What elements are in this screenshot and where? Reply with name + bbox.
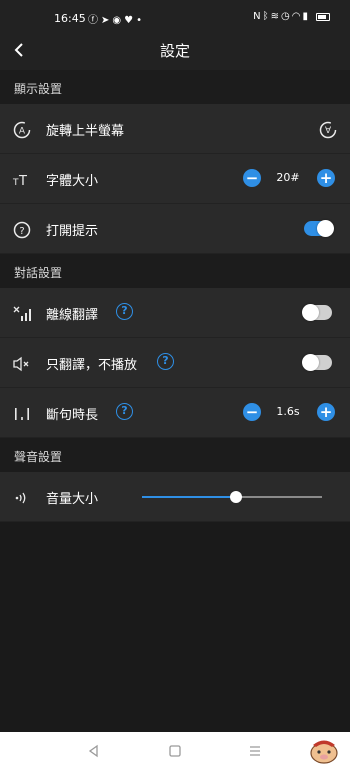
pause-duration-help-icon[interactable]: ? xyxy=(116,403,133,420)
translate-only-toggle[interactable] xyxy=(302,354,332,371)
svg-text:T: T xyxy=(12,178,19,188)
font-size-icon: TT xyxy=(12,170,32,190)
status-bar: 16:45 ⓕ➤◉♥• Nᛒ≋◷◠▮ xyxy=(0,0,350,34)
menu-lines-icon xyxy=(250,746,260,756)
app-icon: ◉ xyxy=(112,15,125,26)
font-size-increase-button[interactable]: + xyxy=(317,169,335,187)
bluetooth-icon: ᛒ xyxy=(262,11,271,22)
row-offline-translate: 離線翻譯 ? xyxy=(0,288,350,338)
pause-duration-icon xyxy=(12,404,32,424)
battery-icon xyxy=(316,13,330,21)
translate-only-help-icon[interactable]: ? xyxy=(157,353,174,370)
volume-label: 音量大小 xyxy=(46,492,99,507)
nav-menu-button[interactable] xyxy=(245,741,265,761)
status-time: 16:45 xyxy=(54,12,86,25)
font-size-value: 20# xyxy=(276,171,300,184)
volume-slider-fill xyxy=(142,496,236,498)
system-nav-bar xyxy=(0,732,350,770)
section-title: 對話設置 xyxy=(14,266,63,280)
svg-text:A: A xyxy=(19,127,26,137)
offline-signal-icon xyxy=(12,304,32,324)
mute-speaker-icon xyxy=(12,354,32,374)
heart-icon: ♥ xyxy=(124,15,137,26)
section-header-display: 顯示設置 xyxy=(0,70,350,104)
font-size-decrease-button[interactable]: − xyxy=(243,169,261,187)
row-volume: 音量大小 xyxy=(0,472,350,522)
translate-only-label: 只翻譯，不播放 xyxy=(46,358,138,373)
dot-icon: • xyxy=(136,15,145,26)
row-show-tips: ? 打開提示 xyxy=(0,204,350,254)
question-circle-icon: ? xyxy=(12,220,32,240)
triangle-back-icon xyxy=(88,744,98,758)
pause-duration-increase-button[interactable]: + xyxy=(317,403,335,421)
vibrate-icon: ≋ xyxy=(270,11,282,22)
pause-duration-label: 斷句時長 xyxy=(46,408,99,423)
nav-home-button[interactable] xyxy=(165,741,185,761)
location-icon: ➤ xyxy=(101,15,113,26)
pause-duration-value: 1.6s xyxy=(276,405,300,418)
nav-back-button[interactable] xyxy=(84,741,104,761)
section-header-sound: 聲音設置 xyxy=(0,438,350,472)
volume-slider-thumb[interactable] xyxy=(229,491,242,503)
svg-text:T: T xyxy=(18,174,27,189)
offline-help-icon[interactable]: ? xyxy=(116,303,133,320)
rotate-label: 旋轉上半螢幕 xyxy=(46,124,125,139)
show-tips-toggle[interactable] xyxy=(304,220,334,237)
toggle-knob xyxy=(302,354,319,371)
wifi-icon: ◠ xyxy=(291,11,303,22)
offline-translate-toggle[interactable] xyxy=(302,304,332,321)
nfc-icon: N xyxy=(253,11,263,22)
row-pause-duration: 斷句時長 ? − 1.6s + xyxy=(0,388,350,438)
row-rotate-screen[interactable]: A 旋轉上半螢幕 A xyxy=(0,104,350,154)
rotate-icon: A xyxy=(12,120,32,140)
volume-slider[interactable] xyxy=(142,491,322,503)
volume-icon xyxy=(12,488,32,508)
status-system-icons: Nᛒ≋◷◠▮ xyxy=(253,11,310,22)
toggle-knob xyxy=(302,304,319,321)
svg-text:A: A xyxy=(324,124,331,134)
svg-text:?: ? xyxy=(19,226,24,237)
row-font-size: TT 字體大小 − 20# + xyxy=(0,154,350,204)
section-title: 顯示設置 xyxy=(14,82,63,96)
square-home-icon xyxy=(169,745,181,757)
pause-duration-decrease-button[interactable]: − xyxy=(243,403,261,421)
alarm-icon: ◷ xyxy=(281,11,292,22)
signal-icon: ▮ xyxy=(302,11,310,22)
section-header-dialog: 對話設置 xyxy=(0,254,350,288)
status-notification-icons: ⓕ➤◉♥• xyxy=(88,11,145,26)
font-size-label: 字體大小 xyxy=(46,174,99,189)
show-tips-label: 打開提示 xyxy=(46,224,99,239)
watermark-mascot-logo xyxy=(304,736,344,766)
offline-translate-label: 離線翻譯 xyxy=(46,308,99,323)
facebook-icon: ⓕ xyxy=(88,15,101,26)
title-bar: 設定 xyxy=(0,34,350,70)
toggle-knob xyxy=(317,220,334,237)
page-title: 設定 xyxy=(159,42,190,60)
rotate-screen-icon[interactable]: A xyxy=(318,120,338,140)
section-title: 聲音設置 xyxy=(14,450,63,464)
row-translate-only: 只翻譯，不播放 ? xyxy=(0,338,350,388)
